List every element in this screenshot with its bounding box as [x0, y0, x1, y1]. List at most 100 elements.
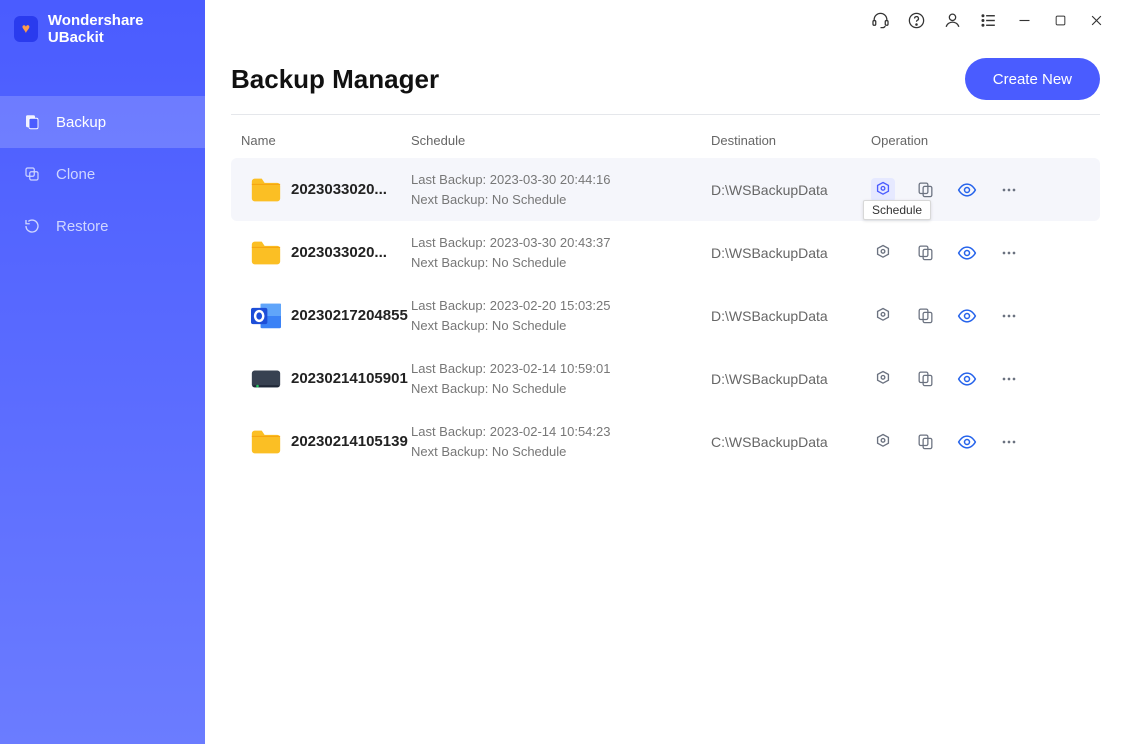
- schedule-button[interactable]: [871, 430, 895, 454]
- view-button[interactable]: [955, 430, 979, 454]
- headset-icon: [871, 11, 890, 30]
- table-row[interactable]: 2023033020...Last Backup: 2023-03-30 20:…: [231, 221, 1100, 284]
- user-button[interactable]: [934, 4, 970, 36]
- more-button[interactable]: [997, 367, 1021, 391]
- copy-button[interactable]: [913, 367, 937, 391]
- operation-buttons: [871, 304, 1090, 328]
- view-button[interactable]: [955, 304, 979, 328]
- restore-icon: [22, 216, 42, 236]
- folder-icon: [241, 175, 291, 205]
- backup-destination: D:\WSBackupData: [711, 308, 871, 324]
- close-button[interactable]: [1078, 4, 1114, 36]
- minimize-icon: [1017, 13, 1032, 28]
- operation-buttons: [871, 430, 1090, 454]
- backup-name: 2023033020...: [291, 244, 411, 261]
- eye-icon: [956, 432, 978, 452]
- sidebar-item-clone[interactable]: Clone: [0, 148, 205, 200]
- sidebar-item-restore[interactable]: Restore: [0, 200, 205, 252]
- more-icon: [999, 369, 1019, 389]
- main-panel: Backup Manager Create New Name Schedule …: [205, 0, 1124, 744]
- maximize-icon: [1054, 14, 1067, 27]
- sidebar-item-label: Restore: [56, 218, 109, 235]
- divider: [231, 114, 1100, 115]
- outlook-icon: [241, 301, 291, 331]
- table-column-headers: Name Schedule Destination Operation: [231, 123, 1100, 158]
- last-backup-text: Last Backup: 2023-02-14 10:54:23: [411, 422, 711, 442]
- backup-destination: C:\WSBackupData: [711, 434, 871, 450]
- folder-icon: [241, 238, 291, 268]
- more-button[interactable]: [997, 241, 1021, 265]
- clone-icon: [22, 164, 42, 184]
- sidebar-item-backup[interactable]: Backup: [0, 96, 205, 148]
- help-button[interactable]: [898, 4, 934, 36]
- copy-button[interactable]: [913, 304, 937, 328]
- app-logo-icon: [14, 16, 38, 42]
- maximize-button[interactable]: [1042, 4, 1078, 36]
- next-backup-text: Next Backup: No Schedule: [411, 253, 711, 273]
- page-title: Backup Manager: [231, 64, 439, 95]
- table-row[interactable]: 2023033020...Last Backup: 2023-03-30 20:…: [231, 158, 1100, 221]
- copy-button[interactable]: [913, 178, 937, 202]
- table-row[interactable]: 20230214105139Last Backup: 2023-02-14 10…: [231, 410, 1100, 473]
- table-row[interactable]: 20230214105901Last Backup: 2023-02-14 10…: [231, 347, 1100, 410]
- headset-button[interactable]: [862, 4, 898, 36]
- list-button[interactable]: [970, 4, 1006, 36]
- backup-destination: D:\WSBackupData: [711, 371, 871, 387]
- create-new-button[interactable]: Create New: [965, 58, 1100, 100]
- titlebar: [205, 0, 1124, 36]
- backup-schedule: Last Backup: 2023-03-30 20:43:37Next Bac…: [411, 233, 711, 272]
- sidebar-item-label: Clone: [56, 166, 95, 183]
- minimize-button[interactable]: [1006, 4, 1042, 36]
- close-icon: [1089, 13, 1104, 28]
- view-button[interactable]: [955, 241, 979, 265]
- schedule-button[interactable]: [871, 241, 895, 265]
- column-operation-header: Operation: [871, 133, 1090, 148]
- copy-button[interactable]: [913, 430, 937, 454]
- view-button[interactable]: [955, 367, 979, 391]
- more-button[interactable]: [997, 430, 1021, 454]
- operation-buttons: [871, 241, 1090, 265]
- next-backup-text: Next Backup: No Schedule: [411, 442, 711, 462]
- next-backup-text: Next Backup: No Schedule: [411, 316, 711, 336]
- more-button[interactable]: [997, 178, 1021, 202]
- schedule-button[interactable]: [871, 367, 895, 391]
- tooltip: Schedule: [863, 200, 931, 220]
- backup-destination: D:\WSBackupData: [711, 182, 871, 198]
- backup-schedule: Last Backup: 2023-02-14 10:59:01Next Bac…: [411, 359, 711, 398]
- eye-icon: [956, 369, 978, 389]
- sidebar: Wondershare UBackit BackupCloneRestore: [0, 0, 205, 744]
- copy-button[interactable]: [913, 241, 937, 265]
- copy-icon: [916, 243, 935, 262]
- copy-icon: [916, 369, 935, 388]
- schedule-icon: [873, 369, 893, 389]
- backup-schedule: Last Backup: 2023-03-30 20:44:16Next Bac…: [411, 170, 711, 209]
- backup-icon: [22, 112, 42, 132]
- last-backup-text: Last Backup: 2023-03-30 20:44:16: [411, 170, 711, 190]
- more-icon: [999, 180, 1019, 200]
- operation-buttons: [871, 367, 1090, 391]
- more-icon: [999, 306, 1019, 326]
- folder-icon: [241, 427, 291, 457]
- more-icon: [999, 432, 1019, 452]
- list-icon: [979, 11, 998, 30]
- copy-icon: [916, 180, 935, 199]
- backup-name: 20230214105901: [291, 370, 411, 387]
- view-button[interactable]: [955, 178, 979, 202]
- schedule-button[interactable]: [871, 178, 895, 202]
- user-icon: [943, 11, 962, 30]
- help-icon: [907, 11, 926, 30]
- backup-schedule: Last Backup: 2023-02-20 15:03:25Next Bac…: [411, 296, 711, 335]
- schedule-icon: [873, 180, 893, 200]
- next-backup-text: Next Backup: No Schedule: [411, 379, 711, 399]
- column-destination-header: Destination: [711, 133, 871, 148]
- backup-schedule: Last Backup: 2023-02-14 10:54:23Next Bac…: [411, 422, 711, 461]
- schedule-icon: [873, 243, 893, 263]
- table-row[interactable]: 20230217204855Last Backup: 2023-02-20 15…: [231, 284, 1100, 347]
- backup-destination: D:\WSBackupData: [711, 245, 871, 261]
- more-button[interactable]: [997, 304, 1021, 328]
- column-name-header: Name: [241, 133, 411, 148]
- schedule-button[interactable]: [871, 304, 895, 328]
- copy-icon: [916, 306, 935, 325]
- next-backup-text: Next Backup: No Schedule: [411, 190, 711, 210]
- last-backup-text: Last Backup: 2023-02-14 10:59:01: [411, 359, 711, 379]
